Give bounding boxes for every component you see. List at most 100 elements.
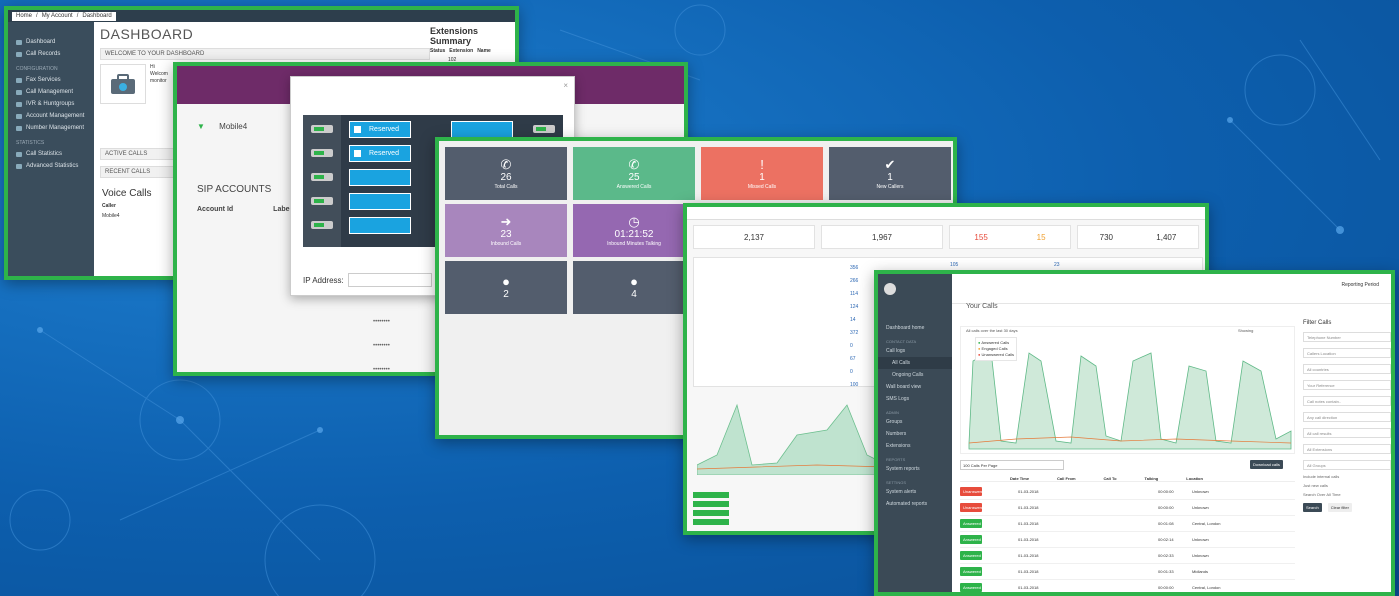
- filter-field[interactable]: All Extensions: [1303, 444, 1391, 454]
- line-slot[interactable]: [349, 193, 411, 210]
- col-to: Call To: [1103, 476, 1117, 481]
- breadcrumb-home[interactable]: Home: [16, 13, 32, 19]
- area-chart: [697, 403, 887, 475]
- legend-label: Answered Calls: [981, 340, 1010, 345]
- filter-panel: Filter Calls Telephone Number Callers Loc…: [1303, 320, 1391, 592]
- tile-value: 26: [500, 171, 512, 183]
- stat-card: 730 1,407: [1077, 225, 1199, 249]
- port-toggle[interactable]: [311, 125, 333, 133]
- table-value: 105: [950, 262, 959, 268]
- download-calls-button[interactable]: Download calls: [1250, 460, 1283, 469]
- filter-field[interactable]: All Groups: [1303, 460, 1391, 470]
- sidebar-item-label: Call Records: [26, 51, 61, 57]
- reserved-label: Reserved: [369, 150, 399, 157]
- reserved-slot[interactable]: Reserved: [349, 145, 411, 162]
- filter-field[interactable]: Call notes contain..: [1303, 396, 1391, 406]
- table-row[interactable]: Unanswered 01-03-2018 00:00:00 Unknown: [960, 484, 1295, 500]
- reserved-slot[interactable]: Reserved: [349, 121, 411, 138]
- sidebar-item-groups[interactable]: Groups: [878, 416, 952, 428]
- table-row[interactable]: Answered 01-03-2018 00:01:33 Midlands: [960, 564, 1295, 580]
- sidebar-item-extensions[interactable]: Extensions: [878, 440, 952, 452]
- sidebar-item-wallboard[interactable]: Wall board view: [878, 381, 952, 393]
- phone-icon: ✆: [628, 156, 640, 172]
- ip-address-label: IP Address:: [303, 275, 344, 285]
- calls-chart: ● Answered Calls ● Engaged Calls ● Unans…: [960, 326, 1295, 454]
- filter-field[interactable]: Telephone Number: [1303, 332, 1391, 342]
- sidebar-item-numbers[interactable]: Numbers: [878, 428, 952, 440]
- sidebar-item-account[interactable]: Account Management: [8, 110, 94, 122]
- status-badge: [693, 519, 729, 525]
- breadcrumb-account[interactable]: My Account: [42, 13, 73, 19]
- sidebar-item-call-stats[interactable]: Call Statistics: [8, 148, 94, 160]
- ext-col-status: Status: [430, 48, 446, 54]
- status-rows: [693, 489, 873, 528]
- filter-field[interactable]: Callers Location: [1303, 348, 1391, 358]
- tile-label: Answered Calls: [616, 183, 652, 190]
- port-toggle[interactable]: [311, 221, 333, 229]
- sidebar-item-advanced-stats[interactable]: Advanced Statistics: [8, 160, 94, 172]
- sidebar-section-stats: STATISTICS: [16, 140, 45, 146]
- row-talking: 00:02:33: [1158, 553, 1174, 558]
- filter-field[interactable]: All countries: [1303, 364, 1391, 374]
- sidebar-item-call-management[interactable]: Call Management: [8, 86, 94, 98]
- sidebar-item-automated-reports[interactable]: Automated reports: [878, 498, 952, 510]
- sidebar-item-system-alerts[interactable]: System alerts: [878, 486, 952, 498]
- avatar: [884, 283, 896, 295]
- port-toggle[interactable]: [311, 197, 333, 205]
- filter-checkbox[interactable]: Include internal calls: [1303, 474, 1391, 479]
- sip-col-label: Label: [273, 206, 292, 213]
- col-location: Location: [1186, 476, 1203, 481]
- filter-checkbox[interactable]: Just new calls: [1303, 483, 1391, 488]
- table-row[interactable]: Answered 01-03-2018 00:02:33 Unknown: [960, 548, 1295, 564]
- table-value: 114: [850, 291, 858, 297]
- line-slot[interactable]: [349, 217, 411, 234]
- clear-filter-button[interactable]: Clear filter: [1327, 503, 1352, 512]
- per-page-select[interactable]: 100 Calls Per Page: [960, 460, 1064, 470]
- sidebar-item-dashboard[interactable]: Dashboard home: [878, 322, 952, 334]
- filter-field[interactable]: All call results: [1303, 428, 1391, 438]
- masked-passwords: •••••••• •••••••• ••••••••: [373, 310, 390, 373]
- sidebar-item-ivr[interactable]: IVR & Huntgroups: [8, 98, 94, 110]
- call-records-icon: [16, 51, 22, 57]
- sidebar-item-ongoing-calls[interactable]: Ongoing Calls: [878, 369, 952, 381]
- line-slot[interactable]: [451, 121, 513, 138]
- line-slot[interactable]: [349, 169, 411, 186]
- port-toggle[interactable]: [311, 173, 333, 181]
- sidebar-item-number[interactable]: Number Management: [8, 122, 94, 134]
- filter-field[interactable]: Any call direction: [1303, 412, 1391, 422]
- sidebar-section: REPORTS: [886, 457, 906, 462]
- tile-value: 25: [628, 171, 640, 183]
- search-button[interactable]: Search: [1303, 503, 1322, 512]
- status-badge: [693, 510, 729, 516]
- table-row[interactable]: Answered 01-03-2018 00:01:08 Central, Londo…: [960, 516, 1295, 532]
- sidebar-item-all-calls[interactable]: All Calls: [878, 357, 952, 369]
- row-location: Central, London: [1192, 521, 1221, 526]
- table-row[interactable]: Unanswered 01-03-2018 00:00:00 Unknown: [960, 500, 1295, 516]
- ip-address-input[interactable]: [347, 273, 432, 287]
- row-date: 01-03-2018: [1018, 569, 1039, 574]
- sidebar-item-call-logs[interactable]: Call logs: [878, 345, 952, 357]
- row-location: Central, London: [1192, 585, 1221, 590]
- filter-checkbox[interactable]: Search Over All Time: [1303, 492, 1391, 497]
- filter-field[interactable]: Your Reference: [1303, 380, 1391, 390]
- check-icon: ✔: [884, 156, 896, 172]
- close-icon[interactable]: ×: [563, 81, 568, 90]
- table-row[interactable]: Answered 01-03-2018 00:02:14 Unknown: [960, 532, 1295, 548]
- reporting-period[interactable]: Reporting Period: [1341, 282, 1379, 288]
- sidebar-section: ADMIN: [886, 410, 899, 415]
- stat-tile: ➜ 23 Inbound Calls: [445, 204, 567, 257]
- sidebar-item-sms[interactable]: SMS Logs: [878, 393, 952, 405]
- sidebar-item-fax[interactable]: Fax Services: [8, 74, 94, 86]
- sidebar-item-call-records[interactable]: Call Records: [8, 48, 94, 60]
- port-toggle[interactable]: [533, 125, 555, 133]
- top-bar: Reporting Period: [952, 274, 1391, 304]
- sidebar-item-system-reports[interactable]: System reports: [878, 463, 952, 475]
- sidebar-item-label: Call Management: [26, 89, 74, 95]
- voice-calls-title: Voice Calls: [102, 188, 152, 199]
- port-toggle[interactable]: [311, 149, 333, 157]
- masked-value: ••••••••: [373, 367, 390, 373]
- sidebar: Dashboard Call Records CONFIGURATION Fax…: [8, 22, 94, 276]
- sidebar-item-dashboard[interactable]: Dashboard: [8, 36, 94, 48]
- table-row[interactable]: Answered 01-03-2018 00:00:00 Central, Londo…: [960, 580, 1295, 592]
- row-date: 01-03-2018: [1018, 505, 1039, 510]
